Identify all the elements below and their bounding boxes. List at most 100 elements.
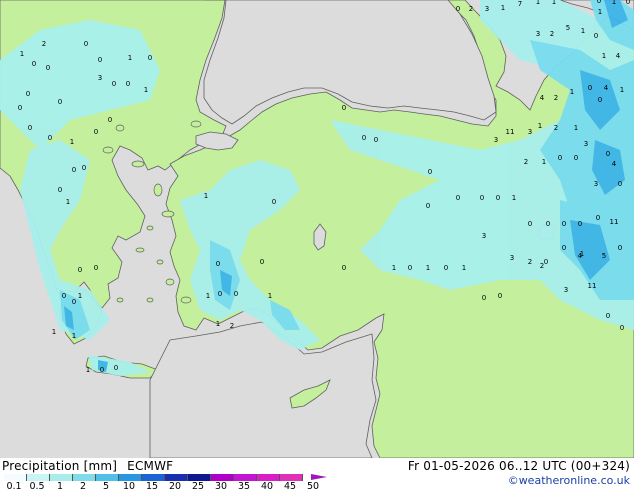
precip-value-label: 0 [528,220,532,228]
precip-value-label: 0 [362,134,366,142]
precip-value-label: 1 [392,264,396,272]
precip-value-label: 0 [234,290,238,298]
precip-value-label: 3 [510,254,514,262]
precip-value-label: 0 [82,164,86,172]
precip-value-label: 0 [428,168,432,176]
precip-value-label: 1 [602,52,606,60]
precip-value-label: 1 [72,332,76,340]
credit-link[interactable]: ©weatheronline.co.uk [508,474,630,487]
precip-value-label: 4 [540,94,545,102]
precip-value-label: 0 [574,154,578,162]
precip-value-label: 1 [426,264,430,272]
scale-segment [257,474,280,481]
scale-segment [27,474,50,481]
scale-label: 0.5 [29,481,45,492]
precip-value-label: 0 [444,264,448,272]
precip-value-label: 11 [588,282,597,290]
precip-value-label: 11 [506,128,515,136]
precip-value-label: 0 [26,90,30,98]
precip-value-label: 0 [426,202,430,210]
precip-value-label: 0 [558,154,562,162]
precip-value-label: 1 [128,54,132,62]
precip-value-label: 1 [52,328,56,336]
precip-value-label: 0 [112,80,116,88]
title-text: Precipitation [mm] [2,459,118,473]
precip-value-label: 0 [28,124,32,132]
precip-value-label: 11 [610,218,619,226]
precip-value-label: 7 [518,0,522,8]
scale-segment [234,474,257,481]
precip-value-label: 0 [98,56,102,64]
precip-value-label: 1 [462,264,466,272]
precip-value-label: 4 [616,52,621,60]
precip-value-label: 0 [606,150,610,158]
map-title: Precipitation [mm] ECMWF [2,459,173,473]
precip-value-label: 0 [544,258,548,266]
precip-value-label: 4 [612,160,617,168]
precip-value-label: 0 [626,0,630,6]
precip-value-label: 0 [58,186,62,194]
precip-value-label: 0 [46,64,50,72]
precip-value-label: 0 [84,40,88,48]
precip-value-label: 3 [98,74,102,82]
scale-segment [4,474,27,481]
scale-label: 2 [79,481,87,492]
scale-segment [96,474,119,481]
precip-value-label: 2 [42,40,46,48]
precip-value-label: 1 [552,0,556,6]
scale-label: 5 [102,481,110,492]
scale-label: 30 [214,481,228,492]
precip-value-label: 0 [456,5,460,13]
precip-value-label: 1 [570,88,574,96]
scale-segment [211,474,234,481]
precip-value-label: 1 [580,250,584,258]
precip-value-label: 0 [578,220,582,228]
footer: Precipitation [mm] ECMWF Fr 01-05-2026 06… [0,458,634,492]
precip-value-label: 0 [620,324,624,332]
precip-value-label: 0 [606,312,610,320]
precip-value-label: 0 [562,244,566,252]
precip-value-label: 3 [584,140,588,148]
precip-value-label: 0 [148,54,152,62]
precip-value-label: 1 [206,292,210,300]
precip-value-label: 1 [612,0,616,6]
scale-segment [165,474,188,481]
precip-value-label: 0 [342,264,346,272]
precip-value-label: 0 [618,180,622,188]
precip-value-label: 2 [528,258,532,266]
precip-value-label: 5 [602,252,606,260]
precip-value-label: 0 [546,220,550,228]
precip-value-label: 0 [218,290,222,298]
precip-value-label: 1 [20,50,24,58]
color-scale-arrow [311,474,327,480]
scale-label: 50 [306,481,320,492]
precip-value-label: 0 [562,220,566,228]
scale-label: 35 [237,481,251,492]
scale-segment [50,474,73,481]
precip-value-label: 1 [268,292,272,300]
precip-value-label: 0 [588,84,592,92]
precip-value-label: 0 [18,104,22,112]
scale-label: 40 [260,481,274,492]
precip-value-label: 4 [604,84,609,92]
precip-value-label: 0 [100,366,104,374]
precip-value-label: 1 [620,86,624,94]
precip-value-label: 1 [538,122,542,130]
precip-value-label: 0 [78,266,82,274]
precip-value-label: 2 [524,158,528,166]
precip-value-label: 1 [70,138,74,146]
precip-value-label: 0 [32,60,36,68]
precip-value-label: 1 [216,320,220,328]
precip-value-label: 1 [512,194,516,202]
scale-segment [188,474,211,481]
precip-value-label: 0 [594,32,598,40]
precip-value-label: 2 [550,30,554,38]
precip-value-label: 0 [216,260,220,268]
precip-value-label: 1 [501,4,505,12]
precip-value-label: 0 [596,214,600,222]
precip-value-label: 1 [78,292,82,300]
precipitation-map: 0 2 3 1 7 1 1 0 1 03 25 101 44 21 0 4 101 2 104331132 1 0 03 0… [0,0,634,458]
precip-value-label: 2 [230,322,234,330]
precip-value-label: 0 [498,292,502,300]
precip-value-label: 2 [554,124,558,132]
